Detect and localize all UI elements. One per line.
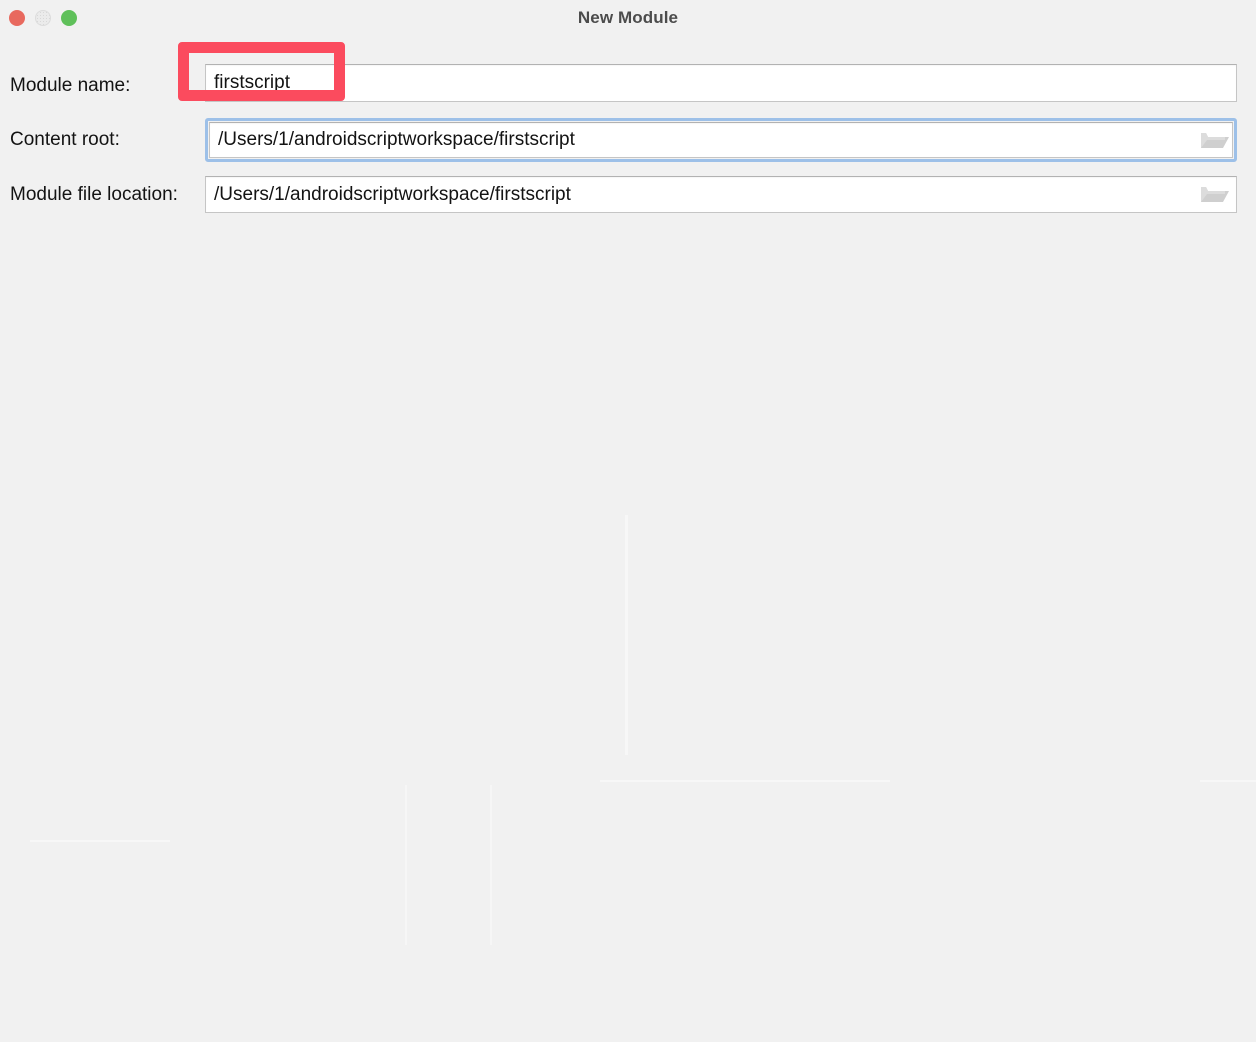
module-file-location-value: /Users/1/androidscriptworkspace/firstscr… bbox=[214, 183, 571, 205]
label-module-name: Module name: bbox=[10, 75, 131, 96]
content-root-value: /Users/1/androidscriptworkspace/firstscr… bbox=[218, 129, 575, 150]
window-title: New Module bbox=[577, 8, 679, 27]
label-module-file-location: Module file location: bbox=[10, 184, 178, 205]
module-file-location-browse-button[interactable] bbox=[1198, 181, 1232, 207]
dialog-footer: ? Cancel Previous Create bbox=[0, 970, 1256, 1042]
module-name-input[interactable]: firstscript bbox=[205, 64, 1237, 102]
content-root-browse-button[interactable] bbox=[1198, 127, 1232, 153]
content-root-input[interactable]: /Users/1/androidscriptworkspace/firstscr… bbox=[209, 122, 1233, 158]
new-module-dialog: New Module Module name: firstscript Cont… bbox=[0, 0, 1256, 1042]
module-name-value: firstscript bbox=[214, 72, 290, 93]
titlebar: New Module bbox=[0, 0, 1256, 40]
module-file-location-input[interactable]: /Users/1/androidscriptworkspace/firstscr… bbox=[205, 176, 1237, 213]
label-content-root: Content root: bbox=[10, 129, 120, 150]
